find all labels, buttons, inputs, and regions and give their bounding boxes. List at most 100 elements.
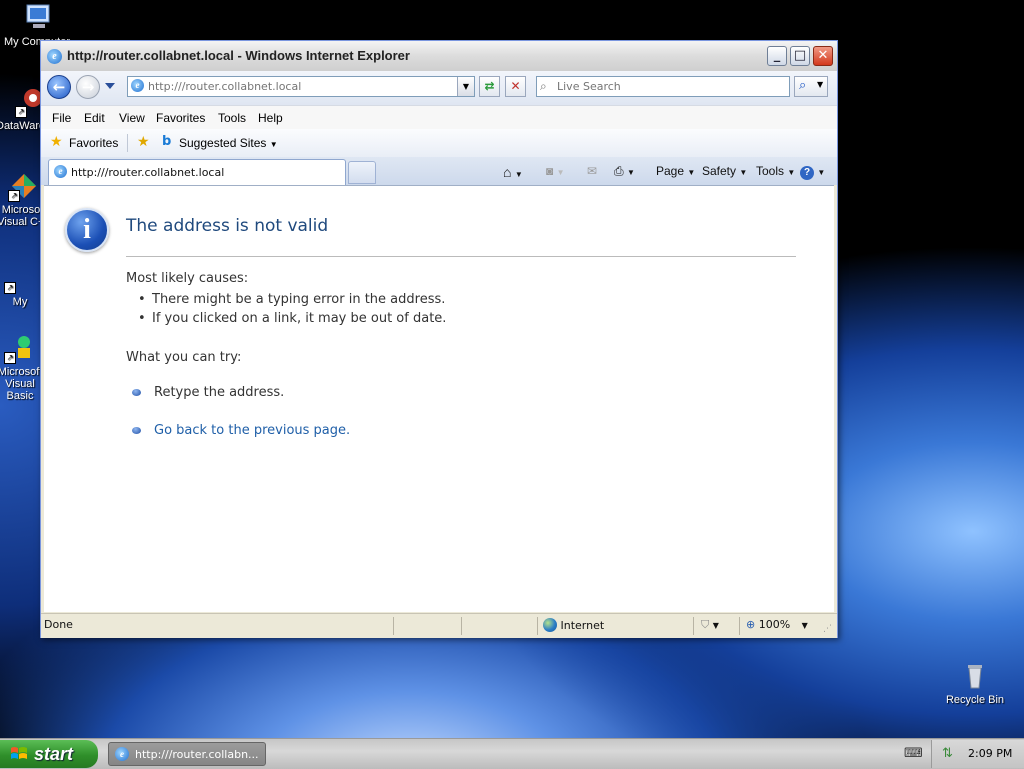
- try-label: What you can try:: [126, 350, 242, 365]
- zoom-button[interactable]: ⊕ 100% ▼: [746, 618, 808, 631]
- back-button[interactable]: ←: [47, 75, 71, 99]
- close-button[interactable]: ✕: [813, 46, 833, 66]
- visual-cpp-icon: ↗: [8, 170, 40, 202]
- recycle-bin-icon: [959, 660, 991, 692]
- security-zone[interactable]: Internet: [543, 618, 604, 632]
- tools-menu-label: Tools: [756, 164, 785, 178]
- status-bar: Done Internet ⛉ ▼ ⊕ 100% ▼ ⋰: [41, 613, 837, 638]
- divider: [461, 617, 462, 635]
- address-input[interactable]: [148, 79, 448, 94]
- page-content: i The address is not valid Most likely c…: [44, 185, 834, 612]
- taskbar-button-ie[interactable]: e http:///router.collabn...: [108, 742, 266, 766]
- taskbar: start e http:///router.collabn... ⌨ ⇅ 2:…: [0, 738, 1024, 769]
- info-icon: i: [65, 208, 109, 252]
- zoom-level: 100%: [758, 618, 791, 631]
- magnifier-icon: ⌕: [799, 78, 807, 93]
- add-to-favorites-bar-icon[interactable]: ★: [137, 135, 151, 149]
- tab-row: e http:///router.collabnet.local ⌂ ▼ ◙ ▼…: [41, 157, 837, 185]
- chevron-down-icon: ▼: [556, 168, 565, 177]
- shortcut-arrow-icon: ↗: [4, 282, 16, 294]
- desktop-icon-my[interactable]: ↗ My: [0, 262, 40, 308]
- chevron-down-icon: ▼: [739, 168, 748, 177]
- globe-icon: [543, 618, 557, 632]
- chevron-down-icon: ▼: [817, 168, 826, 177]
- home-button[interactable]: ⌂ ▼: [503, 164, 523, 180]
- window-title: http://router.collabnet.local - Windows …: [67, 48, 410, 63]
- search-input[interactable]: [557, 79, 782, 94]
- chevron-down-icon: ▼: [626, 168, 635, 177]
- desktop-icon-visual-basic[interactable]: ↗ Microsoft Visual Basic: [0, 332, 44, 402]
- bullet-icon: [132, 389, 141, 396]
- chevron-down-icon: ▼: [514, 170, 523, 179]
- divider: [126, 256, 796, 257]
- clock[interactable]: 2:09 PM: [968, 747, 1012, 760]
- page-menu-label: Page: [656, 164, 685, 178]
- search-options-dropdown[interactable]: ▼: [817, 80, 823, 89]
- read-mail-button[interactable]: ✉: [587, 164, 597, 178]
- page-title: The address is not valid: [126, 216, 329, 236]
- search-box[interactable]: ⌕: [536, 76, 790, 97]
- address-bar[interactable]: e ▼: [127, 76, 475, 97]
- menu-edit[interactable]: Edit: [84, 111, 105, 125]
- menu-tools[interactable]: Tools: [218, 111, 246, 125]
- desktop-icon-label: Recycle Bin: [945, 694, 1005, 706]
- bullet-icon: [132, 427, 141, 434]
- keyboard-icon[interactable]: ⌨: [904, 746, 923, 761]
- maximize-button[interactable]: □: [790, 46, 810, 66]
- favorites-bar: ★ Favorites ★ b Suggested Sites ▼: [41, 129, 837, 157]
- go-back-link[interactable]: Go back to the previous page.: [154, 423, 350, 438]
- tools-menu-button[interactable]: Tools ▼: [756, 164, 795, 178]
- printer-icon: ⎙: [614, 164, 624, 178]
- stop-button[interactable]: ✕: [505, 76, 526, 97]
- print-button[interactable]: ⎙ ▼: [614, 164, 635, 179]
- desktop-icon-label: Microsoft Visual Basic: [0, 366, 43, 402]
- feeds-button[interactable]: ◙ ▼: [546, 164, 565, 178]
- tab-title: http:///router.collabnet.local: [71, 166, 225, 179]
- start-label: start: [34, 744, 74, 764]
- protected-mode-button[interactable]: ⛉ ▼: [701, 618, 719, 632]
- menu-view[interactable]: View: [119, 111, 145, 125]
- help-button[interactable]: ? ▼: [800, 164, 825, 180]
- home-icon: ⌂: [503, 164, 512, 180]
- divider: [537, 617, 538, 635]
- refresh-button[interactable]: ⇄: [479, 76, 500, 97]
- chevron-down-icon: ▼: [269, 140, 278, 149]
- divider: [693, 617, 694, 635]
- suggested-sites-label: Suggested Sites: [179, 136, 267, 150]
- page-menu-button[interactable]: Page ▼: [656, 164, 695, 178]
- new-tab-button[interactable]: [348, 161, 376, 184]
- minimize-button[interactable]: _: [767, 46, 787, 66]
- rss-icon: ◙: [546, 164, 554, 178]
- favorites-button[interactable]: Favorites: [69, 136, 118, 150]
- shortcut-arrow-icon: ↗: [8, 190, 20, 202]
- computer-icon: [21, 2, 53, 34]
- address-dropdown-button[interactable]: ▼: [457, 77, 474, 96]
- chevron-down-icon: ▼: [801, 621, 808, 630]
- retype-address-text: Retype the address.: [154, 385, 285, 400]
- menu-help[interactable]: Help: [258, 111, 283, 125]
- recent-pages-dropdown[interactable]: [105, 83, 115, 89]
- forward-button[interactable]: →: [76, 75, 100, 99]
- safety-menu-button[interactable]: Safety ▼: [702, 164, 747, 178]
- divider: [739, 617, 740, 635]
- bing-icon: b: [162, 134, 172, 149]
- cause-item: If you clicked on a link, it may be out …: [138, 311, 446, 326]
- tab-active[interactable]: e http:///router.collabnet.local: [48, 159, 346, 185]
- shortcut-arrow-icon: ↗: [15, 106, 27, 118]
- zone-label: Internet: [560, 619, 605, 632]
- suggested-sites-button[interactable]: Suggested Sites ▼: [179, 136, 278, 150]
- chevron-down-icon: ▼: [787, 168, 796, 177]
- desktop-icon-recycle-bin[interactable]: Recycle Bin: [940, 660, 1010, 706]
- network-icon[interactable]: ⇅: [942, 746, 953, 761]
- resize-grip-icon[interactable]: ⋰: [823, 624, 832, 634]
- navigation-bar: ← → e ▼ ⇄ ✕ ⌕ ⌕ ▼: [41, 71, 837, 105]
- start-button[interactable]: start: [0, 740, 98, 768]
- menu-favorites[interactable]: Favorites: [156, 111, 205, 125]
- system-tray: ⇅ 2:09 PM: [931, 740, 1024, 768]
- menu-file[interactable]: File: [52, 111, 71, 125]
- title-bar[interactable]: e http://router.collabnet.local - Window…: [41, 41, 837, 72]
- shortcut-arrow-icon: ↗: [4, 352, 16, 364]
- search-button[interactable]: ⌕ ▼: [794, 76, 828, 97]
- taskbar-button-label: http:///router.collabn...: [135, 748, 259, 761]
- divider: [127, 134, 128, 152]
